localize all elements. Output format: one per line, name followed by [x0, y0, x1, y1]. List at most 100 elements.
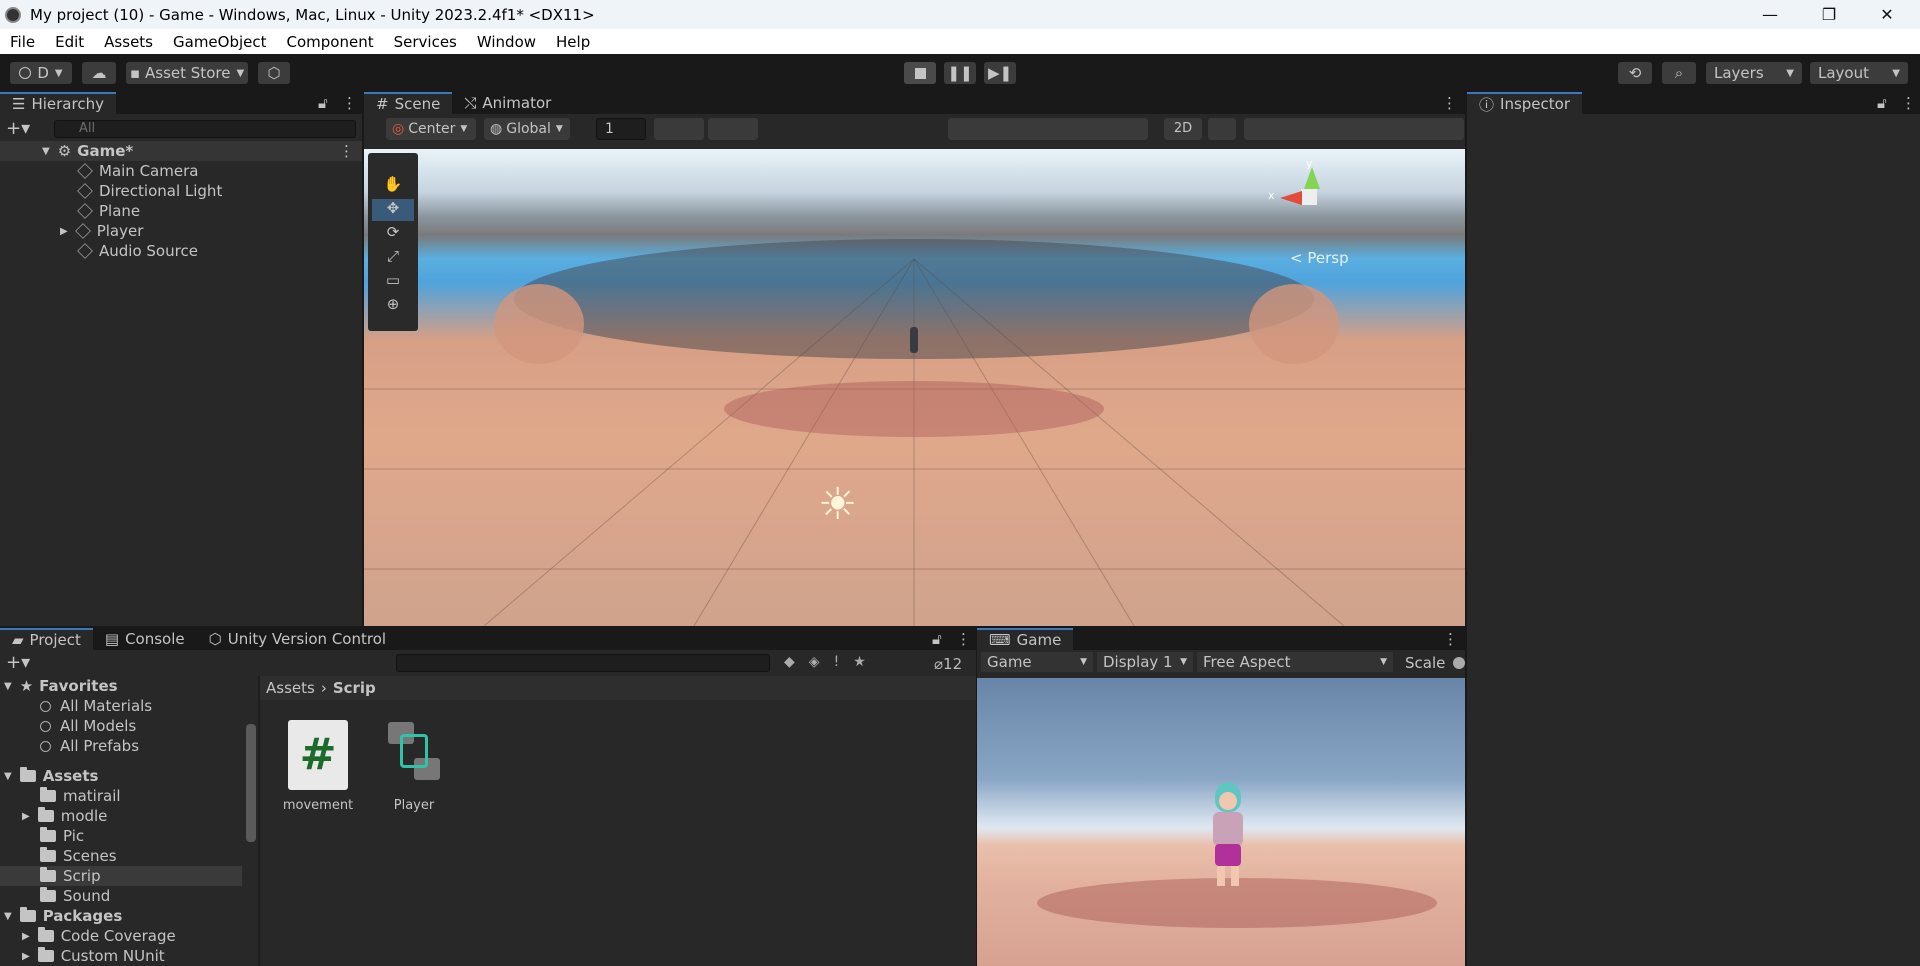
- tab-version-control[interactable]: ⬡ Unity Version Control: [197, 628, 398, 650]
- move-tool-icon[interactable]: ✥: [372, 199, 414, 221]
- scale-slider[interactable]: Scale: [1405, 654, 1466, 672]
- grid-visibility-button[interactable]: [708, 118, 758, 140]
- menu-assets[interactable]: Assets: [104, 33, 153, 51]
- panel-menu-icon[interactable]: ⋮: [342, 94, 357, 112]
- game-mode-dropdown[interactable]: Game ▼: [981, 652, 1093, 672]
- tab-project[interactable]: ▰ Project: [0, 628, 93, 650]
- tab-scene[interactable]: # Scene: [364, 92, 453, 114]
- account-dropdown[interactable]: D ▼: [10, 62, 72, 84]
- minimize-button[interactable]: —: [1747, 0, 1793, 29]
- search-by-type-icon[interactable]: ◆: [784, 654, 795, 672]
- menu-component[interactable]: Component: [287, 33, 374, 51]
- panel-menu-icon[interactable]: ⋮: [1443, 630, 1458, 648]
- lock-icon[interactable]: 🔓︎: [1877, 94, 1887, 112]
- orientation-gizmo[interactable]: y x: [1264, 157, 1354, 237]
- menu-file[interactable]: File: [10, 33, 35, 51]
- menu-services[interactable]: Services: [394, 33, 457, 51]
- rect-tool-icon[interactable]: ▭: [372, 271, 414, 293]
- tab-game[interactable]: ⌨ Game: [977, 628, 1074, 650]
- maximize-button[interactable]: ❐: [1806, 0, 1852, 29]
- menu-gameobject[interactable]: GameObject: [173, 33, 267, 51]
- lock-icon[interactable]: 🔓︎: [932, 630, 942, 648]
- layout-dropdown[interactable]: Layout ▼: [1810, 62, 1908, 84]
- slider-handle[interactable]: [1453, 657, 1466, 669]
- hierarchy-item[interactable]: Directional Light: [77, 181, 222, 201]
- scene-row[interactable]: ▼ ⚙ Game* ⋮: [0, 141, 362, 161]
- snap-increment-input[interactable]: 1: [596, 118, 646, 140]
- folder-tree-scrollbar[interactable]: [246, 724, 256, 842]
- mode-2d-button[interactable]: 2D: [1164, 118, 1202, 140]
- chevron-right-icon[interactable]: ▶: [60, 226, 68, 237]
- favorite-item[interactable]: All Materials: [40, 696, 152, 716]
- lock-icon[interactable]: 🔓︎: [318, 94, 328, 112]
- folder-item[interactable]: ▶ modle: [22, 806, 107, 826]
- audio-button[interactable]: [1208, 118, 1236, 140]
- folder-item-selected[interactable]: Scrip: [0, 866, 242, 886]
- light-gizmo-icon[interactable]: ☀: [818, 479, 857, 530]
- hierarchy-item[interactable]: ▶ Player: [60, 221, 143, 241]
- favorite-item[interactable]: All Models: [40, 716, 136, 736]
- folder-item[interactable]: Pic: [40, 826, 84, 846]
- hierarchy-item[interactable]: Main Camera: [77, 161, 198, 181]
- label-filter-icon[interactable]: ◈: [809, 654, 820, 672]
- cloud-button[interactable]: ☁: [82, 62, 116, 84]
- panel-menu-icon[interactable]: ⋮: [1901, 94, 1916, 112]
- log-filter-icon[interactable]: !: [834, 654, 840, 672]
- favorite-star-icon[interactable]: ★: [853, 654, 866, 672]
- tab-console[interactable]: ▤ Console: [93, 628, 197, 650]
- asset-store-dropdown[interactable]: ▪ Asset Store ▼: [126, 62, 248, 84]
- game-viewport[interactable]: [977, 678, 1465, 966]
- file-item-player[interactable]: Player: [378, 720, 450, 824]
- display-dropdown[interactable]: Display 1 ▼: [1097, 652, 1193, 672]
- tab-hierarchy[interactable]: ☰ Hierarchy: [0, 92, 116, 114]
- scene-visibility-buttons[interactable]: [1244, 118, 1464, 140]
- undo-history-button[interactable]: ⟲: [1618, 62, 1652, 84]
- project-search-input[interactable]: [396, 654, 770, 672]
- breadcrumb-item[interactable]: Assets: [266, 679, 315, 697]
- rotate-tool-icon[interactable]: ⟳: [372, 223, 414, 245]
- stop-button[interactable]: [904, 62, 936, 84]
- space-dropdown[interactable]: ◍ Global ▼: [484, 118, 570, 140]
- panel-menu-icon[interactable]: ⋮: [956, 630, 971, 648]
- aspect-dropdown[interactable]: Free Aspect ▼: [1197, 652, 1393, 672]
- favorite-item[interactable]: All Prefabs: [40, 736, 139, 756]
- folder-item[interactable]: Sound: [40, 886, 110, 906]
- menu-window[interactable]: Window: [477, 33, 536, 51]
- menu-help[interactable]: Help: [556, 33, 590, 51]
- tab-animator[interactable]: ⤭ Animator: [452, 92, 563, 114]
- chevron-right-icon[interactable]: ▶: [22, 811, 30, 822]
- hierarchy-item[interactable]: Plane: [77, 201, 140, 221]
- assets-header[interactable]: ▼ Assets: [4, 766, 98, 786]
- create-add-button[interactable]: +▾: [6, 652, 30, 673]
- folder-item[interactable]: ▶ Code Coverage: [22, 926, 176, 946]
- persp-label[interactable]: < Persp: [1290, 249, 1349, 267]
- player-object[interactable]: [910, 327, 918, 353]
- favorites-header[interactable]: ▼ ★ Favorites: [4, 676, 118, 696]
- tab-inspector[interactable]: ⓘ Inspector: [1467, 92, 1582, 114]
- hierarchy-search-input[interactable]: All: [54, 120, 356, 138]
- panel-menu-icon[interactable]: ⋮: [1442, 94, 1457, 112]
- close-button[interactable]: ✕: [1864, 0, 1910, 29]
- hand-tool-icon[interactable]: ✋: [372, 175, 414, 197]
- menu-edit[interactable]: Edit: [55, 33, 84, 51]
- step-button[interactable]: ▶❚: [984, 62, 1016, 84]
- file-item-movement[interactable]: # movement: [282, 720, 354, 824]
- chevron-right-icon[interactable]: ▶: [22, 951, 30, 962]
- breadcrumb-item[interactable]: Scrip: [333, 679, 376, 697]
- scene-menu-icon[interactable]: ⋮: [339, 142, 354, 160]
- transform-tool-icon[interactable]: ⊕: [372, 295, 414, 317]
- packages-header[interactable]: ▼ Packages: [4, 906, 122, 926]
- folder-item[interactable]: Scenes: [40, 846, 117, 866]
- draw-mode-buttons[interactable]: [948, 118, 1148, 140]
- splitter[interactable]: [258, 676, 260, 966]
- layers-dropdown[interactable]: Layers ▼: [1706, 62, 1802, 84]
- hierarchy-item[interactable]: Audio Source: [77, 241, 198, 261]
- grid-snapping-button[interactable]: [654, 118, 704, 140]
- pause-button[interactable]: ❚❚: [944, 62, 976, 84]
- scale-tool-icon[interactable]: ⤢: [372, 247, 414, 269]
- hidden-packages-count[interactable]: ⌀12: [934, 655, 962, 673]
- search-button[interactable]: ⌕: [1662, 62, 1696, 84]
- version-control-button[interactable]: ⬡: [258, 62, 290, 84]
- folder-item[interactable]: ▶ Custom NUnit: [22, 946, 165, 966]
- scene-viewport[interactable]: ✋ ✥ ⟳ ⤢ ▭ ⊕ ☀ y x < Persp: [364, 149, 1465, 626]
